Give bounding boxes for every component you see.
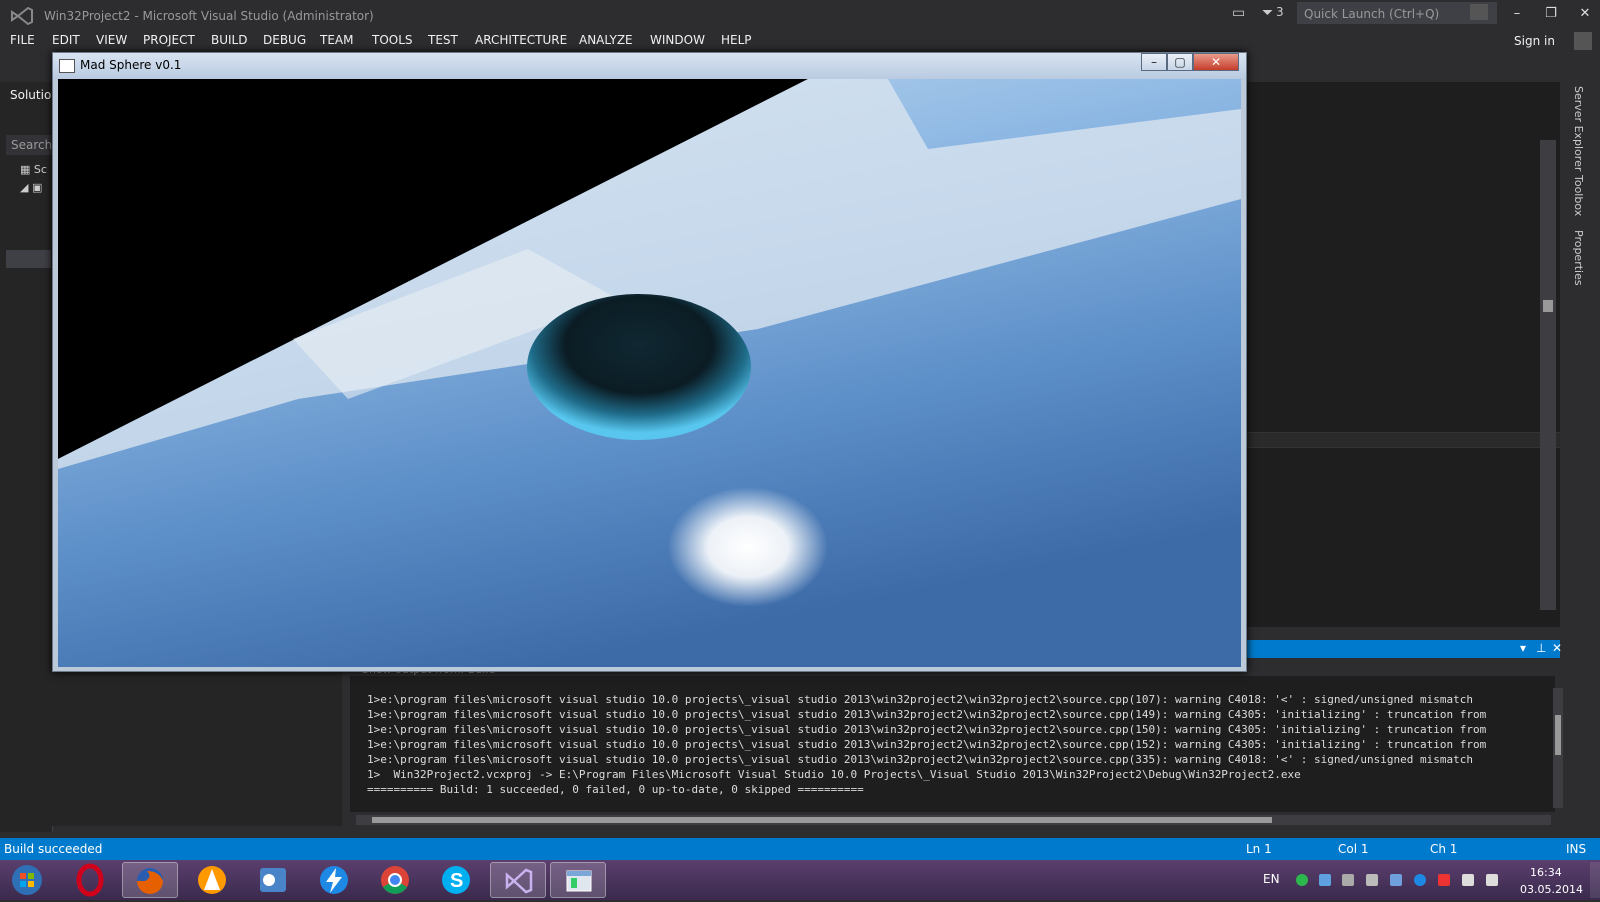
menu-view[interactable]: VIEW xyxy=(96,33,127,47)
close-button[interactable]: ✕ xyxy=(1572,6,1598,21)
tray-green-icon[interactable] xyxy=(1296,874,1308,886)
start-orb-icon[interactable] xyxy=(0,862,56,898)
editor-current-line xyxy=(1230,432,1560,448)
menu-edit[interactable]: EDIT xyxy=(52,33,80,47)
editor-area[interactable] xyxy=(1230,82,1560,627)
output-line: 1>e:\program files\microsoft visual stud… xyxy=(367,723,1487,736)
menu-file[interactable]: FILE xyxy=(10,33,35,47)
output-line: 1>e:\program files\microsoft visual stud… xyxy=(367,738,1487,751)
tray-vs-icon[interactable] xyxy=(1319,874,1331,886)
menu-project[interactable]: PROJECT xyxy=(143,33,195,47)
output-line: 1>e:\program files\microsoft visual stud… xyxy=(367,708,1487,721)
menu-build[interactable]: BUILD xyxy=(211,33,247,47)
status-char: Ch 1 xyxy=(1430,842,1458,856)
project-node-expander-icon[interactable]: ◢ ▣ xyxy=(20,181,42,194)
show-desktop-button[interactable] xyxy=(1590,862,1600,898)
notification-count: 3 xyxy=(1276,5,1284,19)
windows-taskbar: S EN 16:34 03.05.2014 xyxy=(0,860,1600,900)
status-column: Col 1 xyxy=(1338,842,1369,856)
output-close-icon[interactable]: ✕ xyxy=(1552,641,1562,655)
tab-server-explorer[interactable]: Server Explorer xyxy=(1572,86,1585,171)
menu-tools[interactable]: TOOLS xyxy=(372,33,413,47)
render-viewport[interactable] xyxy=(58,79,1241,667)
outlook-icon[interactable] xyxy=(245,862,301,898)
status-insert-mode: INS xyxy=(1566,842,1587,856)
output-line: 1>e:\program files\microsoft visual stud… xyxy=(367,693,1473,706)
chrome-icon[interactable] xyxy=(367,862,423,898)
restore-button[interactable]: ❐ xyxy=(1538,6,1564,21)
solution-selected-row[interactable] xyxy=(6,250,51,268)
status-line: Ln 1 xyxy=(1246,842,1272,856)
output-line: 1>e:\program files\microsoft visual stud… xyxy=(367,753,1473,766)
output-line: 1> Win32Project2.vcxproj -> E:\Program F… xyxy=(367,768,1301,781)
app-window-icon[interactable] xyxy=(550,862,606,898)
menu-test[interactable]: TEST xyxy=(428,33,458,47)
output-pin-icon[interactable]: ⊥ xyxy=(1536,641,1546,655)
firefox-icon[interactable] xyxy=(122,862,178,898)
visual-studio-logo-icon xyxy=(11,6,33,26)
editor-vertical-scrollbar[interactable] xyxy=(1540,140,1556,610)
solution-search-input[interactable]: Search xyxy=(6,135,52,155)
left-lower-panel xyxy=(6,670,342,826)
notifications-icon[interactable]: ▭ xyxy=(1232,5,1245,21)
feedback-filter-icon[interactable]: ⏷ xyxy=(1262,5,1273,21)
output-horizontal-thumb[interactable] xyxy=(372,817,1272,823)
output-dropdown-icon[interactable]: ▾ xyxy=(1520,641,1526,655)
app-title: Mad Sphere v0.1 xyxy=(80,58,182,72)
tray-flag-icon[interactable] xyxy=(1438,874,1450,886)
clock-time[interactable]: 16:34 xyxy=(1530,866,1562,879)
tab-toolbox[interactable]: Toolbox xyxy=(1572,175,1585,216)
app-close-button[interactable]: ✕ xyxy=(1193,53,1239,71)
app-maximize-button[interactable]: ▢ xyxy=(1167,53,1193,71)
vlc-icon[interactable] xyxy=(184,862,240,898)
output-line: ========== Build: 1 succeeded, 0 failed,… xyxy=(367,783,864,796)
menu-analyze[interactable]: ANALYZE xyxy=(579,33,633,47)
output-vertical-thumb[interactable] xyxy=(1555,715,1561,755)
solution-explorer-title: Solutio xyxy=(10,88,52,102)
app-window-icon xyxy=(59,59,75,73)
menu-team[interactable]: TEAM xyxy=(320,33,353,47)
tab-properties[interactable]: Properties xyxy=(1572,230,1585,286)
tray-device-icon[interactable] xyxy=(1366,874,1378,886)
solution-node-label: Sc xyxy=(33,163,47,176)
solution-node[interactable]: ▦ Sc xyxy=(20,163,47,176)
menu-window[interactable]: WINDOW xyxy=(650,33,705,47)
quick-launch-search-icon[interactable] xyxy=(1470,4,1488,20)
sign-in-link[interactable]: Sign in xyxy=(1514,34,1555,48)
quick-launch-input[interactable]: Quick Launch (Ctrl+Q) xyxy=(1297,2,1497,24)
minimize-button[interactable]: – xyxy=(1504,6,1530,21)
editor-scroll-thumb[interactable] xyxy=(1543,300,1553,312)
clock-date[interactable]: 03.05.2014 xyxy=(1520,883,1583,896)
app-minimize-button[interactable]: – xyxy=(1141,53,1167,71)
lightning-icon[interactable] xyxy=(306,862,362,898)
opera-icon[interactable] xyxy=(62,862,118,898)
tray-network-icon[interactable] xyxy=(1342,874,1354,886)
mad-sphere-window[interactable]: Mad Sphere v0.1 – ▢ ✕ xyxy=(52,52,1247,672)
account-avatar-icon[interactable] xyxy=(1574,32,1592,50)
status-bar: Build succeeded Ln 1 Col 1 Ch 1 INS xyxy=(0,838,1600,860)
app-title-bar[interactable]: Mad Sphere v0.1 – ▢ ✕ xyxy=(53,53,1246,79)
tray-monitor-icon[interactable] xyxy=(1390,874,1402,886)
svg-text:S: S xyxy=(450,870,463,892)
language-indicator[interactable]: EN xyxy=(1263,872,1280,886)
window-title: Win32Project2 - Microsoft Visual Studio … xyxy=(44,9,374,23)
menu-debug[interactable]: DEBUG xyxy=(263,33,306,47)
menu-architecture[interactable]: ARCHITECTURE xyxy=(475,33,567,47)
menu-help[interactable]: HELP xyxy=(721,33,752,47)
tray-screen-icon[interactable] xyxy=(1462,874,1474,886)
status-message: Build succeeded xyxy=(4,842,103,856)
vs-title-bar: Win32Project2 - Microsoft Visual Studio … xyxy=(0,0,1600,30)
skype-icon[interactable]: S xyxy=(428,862,484,898)
scene-render xyxy=(58,79,1241,667)
tray-volume-icon[interactable] xyxy=(1486,874,1498,886)
tray-lightning-icon[interactable] xyxy=(1414,874,1426,886)
visual-studio-icon[interactable] xyxy=(490,862,546,898)
